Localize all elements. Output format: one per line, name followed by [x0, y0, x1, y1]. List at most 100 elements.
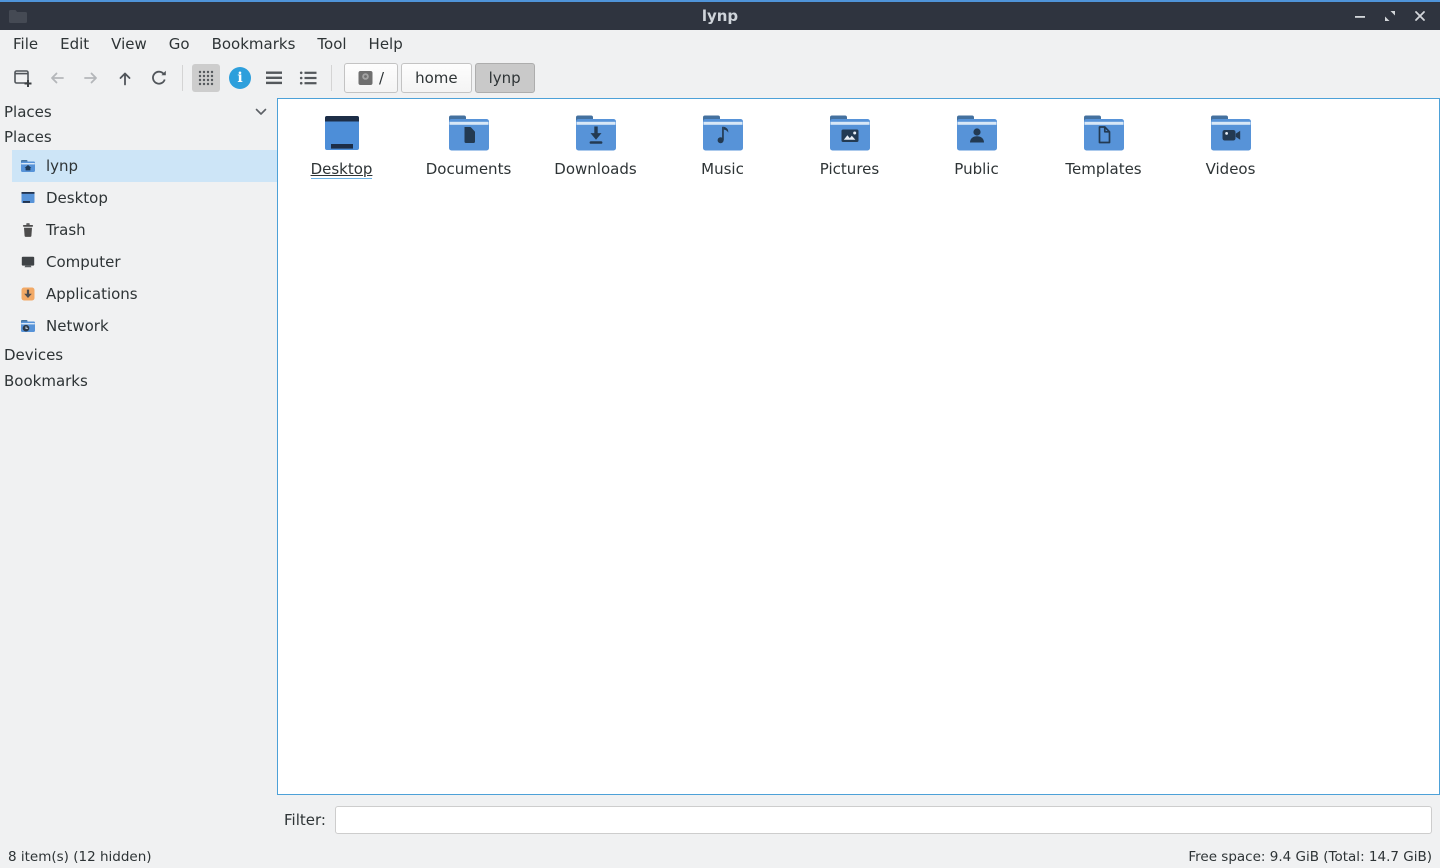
sidebar-section-devices[interactable]: Devices	[0, 342, 277, 368]
downloads-folder-icon	[572, 111, 620, 153]
sidebar-item-label: Applications	[46, 285, 138, 303]
menu-help[interactable]: Help	[358, 32, 414, 56]
window-folder-icon	[8, 8, 28, 24]
compact-view-button[interactable]	[257, 63, 291, 93]
desktop-icon	[20, 190, 36, 206]
sidebar-item-desktop[interactable]: Desktop	[12, 182, 277, 214]
sidebar-item-applications[interactable]: Applications	[12, 278, 277, 310]
folder-item-music[interactable]: Music	[659, 111, 786, 179]
window-body: Places Places lynp Desktop Trash	[0, 98, 1440, 795]
folder-item-documents[interactable]: Documents	[405, 111, 532, 179]
close-icon	[1414, 10, 1426, 22]
icon-view-grid-icon	[197, 69, 215, 87]
minimize-icon	[1354, 10, 1366, 22]
sidebar-item-lynp[interactable]: lynp	[12, 150, 277, 182]
documents-folder-icon	[445, 111, 493, 153]
sidebar-item-computer[interactable]: Computer	[12, 246, 277, 278]
filter-bar: Filter:	[0, 795, 1440, 845]
folder-item-pictures[interactable]: Pictures	[786, 111, 913, 179]
restore-button[interactable]	[1380, 6, 1400, 26]
music-folder-icon	[699, 111, 747, 153]
sidebar: Places Places lynp Desktop Trash	[0, 98, 277, 795]
detailed-list-view-button[interactable]	[291, 63, 325, 93]
toolbar-separator	[182, 65, 183, 91]
sidebar-item-label: Computer	[46, 253, 121, 271]
folder-item-label: Documents	[426, 160, 512, 178]
compact-view-icon	[265, 71, 283, 85]
folder-item-label: Music	[701, 160, 744, 178]
detailed-list-view-icon	[299, 71, 317, 85]
folder-item-label: Templates	[1065, 160, 1141, 178]
applications-icon	[20, 286, 36, 302]
sidebar-panel-selector[interactable]: Places	[0, 100, 277, 124]
menu-go[interactable]: Go	[158, 32, 201, 56]
folder-item-label: Pictures	[820, 160, 879, 178]
sidebar-item-network[interactable]: Network	[12, 310, 277, 342]
menu-bookmarks[interactable]: Bookmarks	[201, 32, 307, 56]
statusbar-item-count: 8 item(s) (12 hidden)	[8, 849, 152, 865]
chevron-down-icon	[255, 108, 267, 116]
folder-item-label: Desktop	[311, 160, 373, 179]
info-view-button[interactable]: i	[223, 63, 257, 93]
close-button[interactable]	[1410, 6, 1430, 26]
refresh-button[interactable]	[142, 63, 176, 93]
path-button-lynp[interactable]: lynp	[475, 63, 535, 93]
folder-item-videos[interactable]: Videos	[1167, 111, 1294, 179]
videos-folder-icon	[1207, 111, 1255, 153]
path-button-home[interactable]: home	[401, 63, 472, 93]
forward-button[interactable]	[74, 63, 108, 93]
toolbar-separator	[331, 65, 332, 91]
path-button-root[interactable]: /	[344, 63, 398, 93]
folder-view: Desktop Documents Downloads Music Pictur	[277, 98, 1440, 795]
statusbar: 8 item(s) (12 hidden) Free space: 9.4 Gi…	[0, 845, 1440, 868]
path-bar: / home lynp	[344, 63, 535, 93]
folder-item-label: Downloads	[554, 160, 636, 178]
folder-item-label: Public	[954, 160, 998, 178]
sidebar-item-label: Trash	[46, 221, 86, 239]
sidebar-section-places: Places	[0, 124, 277, 150]
minimize-button[interactable]	[1350, 6, 1370, 26]
up-icon	[115, 68, 135, 88]
back-icon	[47, 68, 67, 88]
folder-item-desktop[interactable]: Desktop	[278, 111, 405, 179]
sidebar-item-label: lynp	[46, 157, 78, 175]
menu-file[interactable]: File	[2, 32, 49, 56]
new-window-button[interactable]	[6, 63, 40, 93]
back-button[interactable]	[40, 63, 74, 93]
filter-input[interactable]	[335, 806, 1432, 834]
path-lynp-label: lynp	[489, 69, 521, 87]
refresh-icon	[149, 68, 169, 88]
sidebar-item-label: Desktop	[46, 189, 108, 207]
folder-item-label: Videos	[1206, 160, 1256, 178]
menu-edit[interactable]: Edit	[49, 32, 100, 56]
menu-view[interactable]: View	[100, 32, 158, 56]
window-controls	[1350, 6, 1430, 26]
restore-icon	[1384, 10, 1396, 22]
menu-tool[interactable]: Tool	[306, 32, 357, 56]
sidebar-item-trash[interactable]: Trash	[12, 214, 277, 246]
folder-item-templates[interactable]: Templates	[1040, 111, 1167, 179]
sidebar-section-bookmarks[interactable]: Bookmarks	[0, 368, 277, 394]
home-folder-icon	[20, 158, 36, 174]
icon-view-button[interactable]	[192, 64, 220, 92]
window-title: lynp	[0, 7, 1440, 25]
drive-icon	[358, 70, 373, 86]
sidebar-item-label: Network	[46, 317, 109, 335]
titlebar: lynp	[0, 0, 1440, 30]
folder-item-downloads[interactable]: Downloads	[532, 111, 659, 179]
trash-icon	[20, 222, 36, 238]
public-folder-icon	[953, 111, 1001, 153]
path-home-label: home	[415, 69, 458, 87]
up-button[interactable]	[108, 63, 142, 93]
folder-item-public[interactable]: Public	[913, 111, 1040, 179]
toolbar: i / home lynp	[0, 58, 1440, 98]
pictures-folder-icon	[826, 111, 874, 153]
filter-label: Filter:	[284, 811, 326, 829]
path-root-label: /	[379, 69, 384, 87]
info-icon: i	[229, 67, 251, 89]
computer-icon	[20, 254, 36, 270]
menubar: File Edit View Go Bookmarks Tool Help	[0, 30, 1440, 58]
templates-folder-icon	[1080, 111, 1128, 153]
desktop-folder-icon	[318, 111, 366, 153]
sidebar-panel-label: Places	[4, 103, 52, 121]
